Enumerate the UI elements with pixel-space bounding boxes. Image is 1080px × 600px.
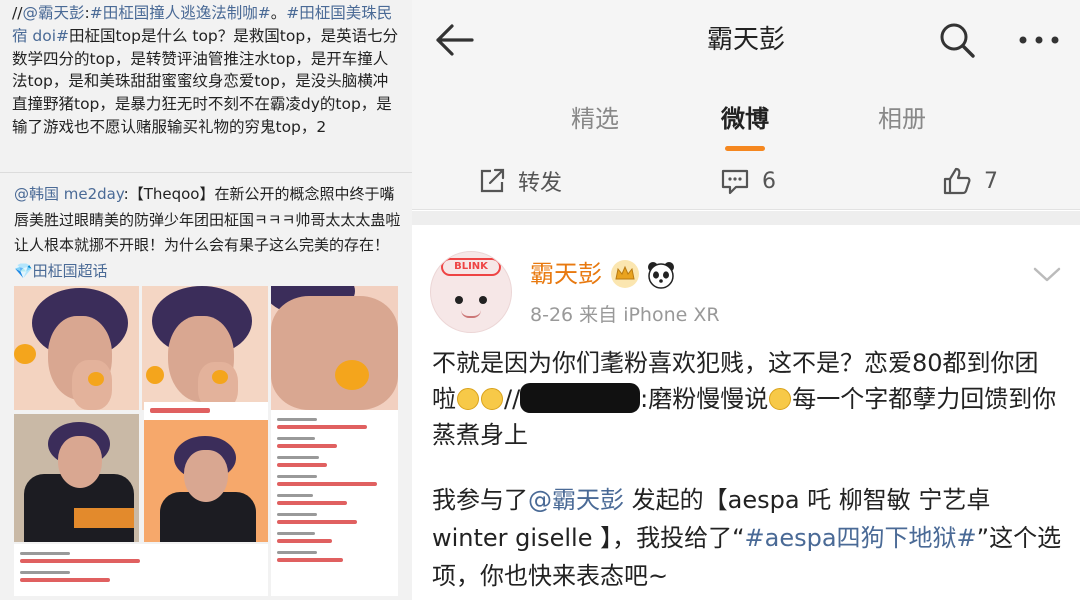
caption-line <box>150 408 210 413</box>
left-post-text: //@霸天彭:#田柾国撞人逃逸法制咖#。#田柾国美珠民宿 doi#田柾国top是… <box>0 0 412 170</box>
divider <box>0 172 412 173</box>
post-text: 不就是因为你们耄粉喜欢犯贱，这不是？恋爱80都到你团啦//:磨粉慢慢说 每一个字都… <box>432 345 1062 453</box>
comment-button[interactable]: 6 <box>720 164 776 198</box>
super-topic-link[interactable]: 💎田柾国超话 <box>14 262 108 280</box>
chevron-down-icon[interactable] <box>1032 265 1062 285</box>
table-decor <box>74 508 134 528</box>
avatar-eye <box>455 296 463 304</box>
comment-list-panel <box>271 410 398 596</box>
section-gap <box>412 211 1080 225</box>
post-text: 田柾国top是什么 top？是救国top，是英语七分数学四分的top，是转赞评油… <box>12 26 399 136</box>
mention-link[interactable]: @韩国 me2day <box>14 185 124 203</box>
photo-5[interactable] <box>144 402 268 542</box>
hashtag-link[interactable]: #田柾国撞人逃逸法制咖# <box>90 4 271 22</box>
crown-badge-icon <box>611 260 639 288</box>
avatar-eye <box>479 296 487 304</box>
panda-icon <box>648 262 674 289</box>
photo-4[interactable] <box>14 414 139 542</box>
mention-link[interactable]: @霸天彭 <box>528 486 624 514</box>
tab-album[interactable]: 相册 <box>852 102 952 136</box>
more-options-icon[interactable] <box>1014 22 1064 58</box>
mention-link[interactable]: @霸天彭 <box>22 4 84 22</box>
like-button[interactable]: 7 <box>942 164 998 198</box>
active-tab-indicator <box>725 146 765 151</box>
avatar-mouth <box>461 310 481 318</box>
grin-emoji-icon <box>481 388 503 410</box>
weibo-profile-screen: 霸天彭 精选 微博 相册 转发 6 7 BLINK 霸天彭 8-26 来自 iP… <box>412 0 1080 600</box>
repost-button[interactable]: 转发 <box>478 164 562 198</box>
like-count: 7 <box>984 168 998 194</box>
repost-icon <box>480 168 505 193</box>
profile-tabs: 精选 微博 相册 <box>412 82 1080 154</box>
weibo-post-card: BLINK 霸天彭 8-26 来自 iPhone XR 不就是因为你们耄粉喜欢犯… <box>412 225 1080 600</box>
post-text-part: // <box>504 385 521 413</box>
dot: 。 <box>270 4 287 22</box>
thumbs-up-icon <box>943 167 971 195</box>
tab-weibo[interactable]: 微博 <box>695 102 795 136</box>
post-action-bar: 转发 6 7 <box>412 154 1080 210</box>
comment-list-panel <box>14 544 268 596</box>
photo-1[interactable] <box>14 286 139 410</box>
smirk-emoji-icon <box>769 388 792 410</box>
avatar[interactable]: BLINK <box>430 251 512 333</box>
search-icon[interactable] <box>937 20 977 60</box>
poll-text-part: 我参与了 <box>432 486 528 514</box>
post-username[interactable]: 霸天彭 <box>530 257 602 291</box>
page-title: 霸天彭 <box>706 25 785 55</box>
avatar-hat: BLINK <box>441 258 501 276</box>
repost-text: @韩国 me2day:【Theqoo】在新公开的概念照中终于嘴唇美胜过眼睛美的防… <box>0 182 412 284</box>
post-meta: 8-26 来自 iPhone XR <box>530 304 720 326</box>
photo-3[interactable] <box>271 286 398 410</box>
photo-2[interactable] <box>142 286 268 410</box>
post-text-part: :磨粉慢慢说 <box>640 385 769 413</box>
comment-count: 6 <box>762 168 776 194</box>
top-bar: 霸天彭 <box>412 0 1080 82</box>
grin-emoji-icon <box>457 388 479 410</box>
repost-prefix: // <box>12 4 23 22</box>
repost-label: 转发 <box>518 171 563 196</box>
left-screenshot: //@霸天彭:#田柾国撞人逃逸法制咖#。#田柾国美珠民宿 doi#田柾国top是… <box>0 0 412 600</box>
tab-featured[interactable]: 精选 <box>545 102 645 136</box>
comment-icon <box>721 169 749 195</box>
redacted-block <box>520 383 641 413</box>
hashtag-link[interactable]: #aespa四狗下地狱# <box>745 524 977 552</box>
image-grid <box>14 286 398 596</box>
poll-text: 我参与了@霸天彭 发起的【aespa 吒 柳智敏 宁艺卓 winter gise… <box>432 481 1062 595</box>
